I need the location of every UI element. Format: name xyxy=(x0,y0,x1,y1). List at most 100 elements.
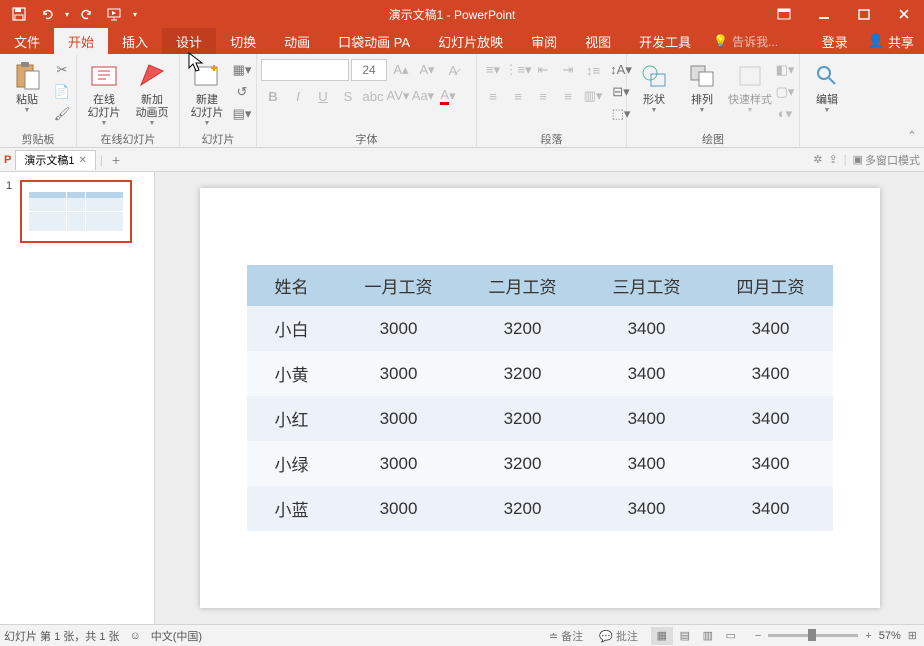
table-cell[interactable]: 小白 xyxy=(247,306,337,351)
tab-insert[interactable]: 插入 xyxy=(108,28,162,54)
tab-file[interactable]: 文件 xyxy=(0,28,54,54)
table-cell[interactable]: 3400 xyxy=(585,351,709,396)
line-spacing-button[interactable]: ↕≡ xyxy=(581,59,605,81)
thumbnail-image[interactable] xyxy=(20,180,132,243)
table-cell[interactable]: 3200 xyxy=(461,351,585,396)
zoom-percent[interactable]: 57% xyxy=(879,630,901,642)
table-cell[interactable]: 3400 xyxy=(709,441,833,486)
paste-button[interactable]: 粘贴 ▼ xyxy=(4,56,50,128)
quick-styles-button[interactable]: 快速样式 ▼ xyxy=(727,56,773,128)
align-center-button[interactable]: ≡ xyxy=(506,85,530,107)
tab-home[interactable]: 开始 xyxy=(54,28,108,54)
language-indicator[interactable]: 中文(中国) xyxy=(151,628,202,644)
clear-format-button[interactable]: A̷ xyxy=(441,59,465,81)
document-tab[interactable]: 演示文稿1 ✕ xyxy=(15,150,96,170)
table-cell[interactable]: 3200 xyxy=(461,486,585,531)
font-family-select[interactable] xyxy=(261,59,349,81)
strike-button[interactable]: S xyxy=(336,85,360,107)
table-cell[interactable]: 3000 xyxy=(337,486,461,531)
table-cell[interactable]: 3400 xyxy=(585,441,709,486)
table-row[interactable]: 小绿3000320034003400 xyxy=(247,441,833,486)
table-cell[interactable]: 3200 xyxy=(461,441,585,486)
table-cell[interactable]: 3400 xyxy=(709,306,833,351)
justify-button[interactable]: ≡ xyxy=(556,85,580,107)
shape-fill-button[interactable]: ◧▾ xyxy=(775,60,795,80)
table-row[interactable]: 小白3000320034003400 xyxy=(247,306,833,351)
collapse-ribbon-button[interactable]: ⌃ xyxy=(904,129,920,145)
table-row[interactable]: 小红3000320034003400 xyxy=(247,396,833,441)
tab-animation[interactable]: 动画 xyxy=(270,28,324,54)
multi-window-button[interactable]: ▣ 多窗口模式 xyxy=(853,152,920,168)
format-painter-button[interactable]: 🖌 xyxy=(52,104,72,124)
table-header[interactable]: 四月工资 xyxy=(709,265,833,306)
underline-button[interactable]: U xyxy=(311,85,335,107)
minimize-button[interactable] xyxy=(804,0,844,28)
undo-button[interactable] xyxy=(34,1,60,27)
table-cell[interactable]: 3400 xyxy=(709,351,833,396)
salary-table[interactable]: 姓名一月工资二月工资三月工资四月工资 小白3000320034003400小黄3… xyxy=(247,265,833,531)
table-cell[interactable]: 3400 xyxy=(709,396,833,441)
shape-effects-button[interactable]: ◐▾ xyxy=(775,104,795,124)
close-tab-icon[interactable]: ✕ xyxy=(78,155,86,166)
bold-button[interactable]: B xyxy=(261,85,285,107)
zoom-slider[interactable] xyxy=(768,634,858,637)
cut-button[interactable]: ✂ xyxy=(52,60,72,80)
table-cell[interactable]: 3200 xyxy=(461,306,585,351)
fit-window-button[interactable]: ⊞ xyxy=(905,629,920,642)
zoom-thumb[interactable] xyxy=(808,629,816,641)
decrease-font-button[interactable]: A▾ xyxy=(415,59,439,81)
notes-button[interactable]: ≐ 备注 xyxy=(546,628,586,644)
qat-customize[interactable]: ▾ xyxy=(130,10,140,19)
tab-view[interactable]: 视图 xyxy=(571,28,625,54)
new-anim-page-button[interactable]: 新加 动画页 ▼ xyxy=(129,56,175,128)
redo-button[interactable] xyxy=(74,1,100,27)
table-cell[interactable]: 3400 xyxy=(585,396,709,441)
table-cell[interactable]: 3000 xyxy=(337,351,461,396)
decrease-indent-button[interactable]: ⇤ xyxy=(531,59,555,81)
slide-canvas-area[interactable]: 姓名一月工资二月工资三月工资四月工资 小白3000320034003400小黄3… xyxy=(155,172,924,624)
slide-thumbnails-panel[interactable]: 1 xyxy=(0,172,155,624)
table-row[interactable]: 小蓝3000320034003400 xyxy=(247,486,833,531)
sorter-view-button[interactable]: ▤ xyxy=(674,627,696,645)
zoom-in-button[interactable]: + xyxy=(862,630,874,642)
copy-button[interactable]: 📄 xyxy=(52,82,72,102)
table-header[interactable]: 姓名 xyxy=(247,265,337,306)
section-button[interactable]: ▤▾ xyxy=(232,104,252,124)
columns-button[interactable]: ▥▾ xyxy=(581,85,605,107)
tell-me-search[interactable]: 💡 告诉我... xyxy=(705,28,786,54)
reading-view-button[interactable]: ▥ xyxy=(697,627,719,645)
table-row[interactable]: 小黄3000320034003400 xyxy=(247,351,833,396)
align-right-button[interactable]: ≡ xyxy=(531,85,555,107)
align-left-button[interactable]: ≡ xyxy=(481,85,505,107)
shape-outline-button[interactable]: ▢▾ xyxy=(775,82,795,102)
comments-button[interactable]: 💬 批注 xyxy=(596,628,641,644)
slide-thumbnail-1[interactable]: 1 xyxy=(6,180,148,243)
italic-button[interactable]: I xyxy=(286,85,310,107)
arrange-button[interactable]: 排列 ▼ xyxy=(679,56,725,128)
add-tab-button[interactable]: + xyxy=(107,152,125,168)
save-button[interactable] xyxy=(6,1,32,27)
table-cell[interactable]: 3000 xyxy=(337,306,461,351)
table-cell[interactable]: 3000 xyxy=(337,396,461,441)
table-cell[interactable]: 小黄 xyxy=(247,351,337,396)
font-size-select[interactable]: 24 xyxy=(351,59,387,81)
reset-button[interactable]: ↺ xyxy=(232,82,252,102)
table-cell[interactable]: 3400 xyxy=(585,486,709,531)
start-from-beginning-button[interactable] xyxy=(102,1,128,27)
tab-pocket-anim[interactable]: 口袋动画 PA xyxy=(324,28,424,54)
editing-button[interactable]: 编辑 ▼ xyxy=(804,56,850,128)
table-cell[interactable]: 小红 xyxy=(247,396,337,441)
close-button[interactable] xyxy=(884,0,924,28)
tab-transition[interactable]: 切换 xyxy=(216,28,270,54)
new-slide-button[interactable]: 新建 幻灯片 ▼ xyxy=(184,56,230,128)
undo-dropdown[interactable]: ▾ xyxy=(62,10,72,19)
numbering-button[interactable]: ⋮≡▾ xyxy=(506,59,530,81)
increase-indent-button[interactable]: ⇥ xyxy=(556,59,580,81)
increase-font-button[interactable]: A▴ xyxy=(389,59,413,81)
table-cell[interactable]: 3200 xyxy=(461,396,585,441)
online-slide-button[interactable]: 在线 幻灯片 ▼ xyxy=(81,56,127,128)
share-icon-small[interactable]: ⇪ xyxy=(829,153,838,166)
tab-review[interactable]: 审阅 xyxy=(517,28,571,54)
share-button[interactable]: 👤共享 xyxy=(858,28,924,54)
table-cell[interactable]: 3000 xyxy=(337,441,461,486)
